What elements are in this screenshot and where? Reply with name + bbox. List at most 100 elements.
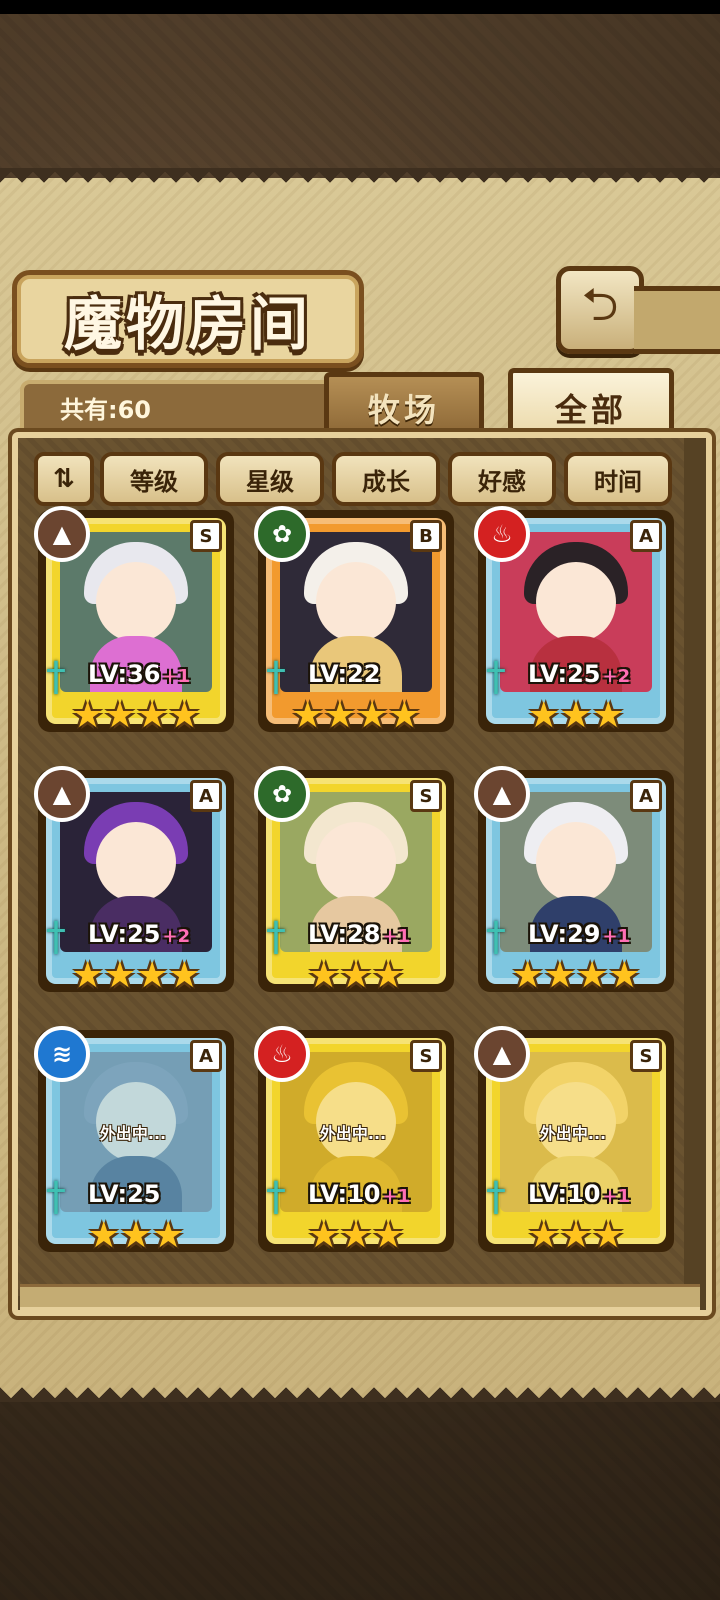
star-rating: ★ ★ ★ <box>258 1218 454 1254</box>
star-icon: ★ <box>372 955 405 996</box>
level-bonus: +1 <box>602 926 631 947</box>
title-plate: 魔物房间 <box>12 270 364 368</box>
star-icon: ★ <box>592 695 625 736</box>
portrait-face <box>96 822 176 902</box>
monster-card[interactable]: S ✿ † LV:28 +1 ★ ★ ★ <box>254 766 454 994</box>
sort-star-button[interactable]: 星级 <box>216 452 324 506</box>
star-icon: ★ <box>168 695 201 736</box>
sort-time-button[interactable]: 时间 <box>564 452 672 506</box>
star-icon: ★ <box>307 1215 340 1256</box>
portrait-face <box>96 562 176 642</box>
star-icon: ★ <box>103 955 136 996</box>
water-element-icon: ≋ <box>34 1026 90 1082</box>
portrait-face <box>316 822 396 902</box>
star-icon: ★ <box>307 955 340 996</box>
outing-status: 外出中... <box>99 1124 167 1143</box>
level-bonus: +1 <box>602 1186 631 1207</box>
level-label: LV:29 +1 <box>528 920 630 948</box>
star-icon: ★ <box>527 695 560 736</box>
torn-edge-bottom <box>0 1380 720 1402</box>
level-bonus: +2 <box>162 926 191 947</box>
rank-badge: S <box>630 1040 662 1072</box>
page-title: 魔物房间 <box>63 290 312 358</box>
rank-badge: A <box>630 520 662 552</box>
star-rating: ★ ★ ★ ★ <box>38 958 234 994</box>
monster-card[interactable]: A ▲ † LV:29 +1 ★ ★ ★ ★ <box>474 766 674 994</box>
back-button[interactable]: ⮌ <box>556 266 644 354</box>
rank-badge: S <box>410 1040 442 1072</box>
status-bar <box>0 0 720 14</box>
monster-card[interactable]: S ▲ † 外出中... LV:10 +1 ★ ★ ★ <box>474 1026 674 1254</box>
monster-card[interactable]: A ≋ † 外出中... LV:25 ★ ★ ★ <box>34 1026 234 1254</box>
level-value: LV:29 <box>528 920 601 948</box>
star-rating: ★ ★ ★ ★ <box>478 958 674 994</box>
star-icon: ★ <box>87 1215 120 1256</box>
level-bonus: +2 <box>602 666 631 687</box>
wood-element-icon: ✿ <box>254 506 310 562</box>
star-icon: ★ <box>103 695 136 736</box>
portrait-face <box>536 562 616 642</box>
rank-badge: S <box>190 520 222 552</box>
rank-badge: S <box>410 780 442 812</box>
star-icon: ★ <box>136 955 169 996</box>
star-icon: ★ <box>576 955 609 996</box>
level-value: LV:22 <box>308 660 381 688</box>
level-bonus: +1 <box>162 666 191 687</box>
torn-edge-top <box>0 168 720 190</box>
rank-badge: A <box>190 780 222 812</box>
star-rating: ★ ★ ★ ★ <box>38 698 234 734</box>
star-icon: ★ <box>291 695 324 736</box>
sort-order-button[interactable]: ⇅ <box>34 452 94 506</box>
level-label: LV:10 +1 <box>528 1180 630 1208</box>
star-rating: ★ ★ ★ <box>38 1218 234 1254</box>
sort-level-button[interactable]: 等级 <box>100 452 208 506</box>
level-bonus: +1 <box>382 1186 411 1207</box>
earth-element-icon: ▲ <box>474 766 530 822</box>
star-icon: ★ <box>152 1215 185 1256</box>
monster-card[interactable]: A ♨ † LV:25 +2 ★ ★ ★ <box>474 506 674 736</box>
fire-element-icon: ♨ <box>254 1026 310 1082</box>
portrait-face <box>316 562 396 642</box>
star-icon: ★ <box>543 955 576 996</box>
star-icon: ★ <box>339 1215 373 1256</box>
fire-element-icon: ♨ <box>474 506 530 562</box>
star-icon: ★ <box>356 695 389 736</box>
star-icon: ★ <box>559 1215 593 1256</box>
level-label: LV:25 <box>88 1180 160 1208</box>
monster-card[interactable]: S ♨ † 外出中... LV:10 +1 ★ ★ ★ <box>254 1026 454 1254</box>
star-rating: ★ ★ ★ <box>258 958 454 994</box>
star-icon: ★ <box>388 695 421 736</box>
wood-element-icon: ✿ <box>254 766 310 822</box>
star-icon: ★ <box>136 695 169 736</box>
level-label: LV:36 +1 <box>88 660 190 688</box>
star-icon: ★ <box>511 955 544 996</box>
outing-status: 外出中... <box>319 1124 387 1143</box>
rank-badge: B <box>410 520 442 552</box>
star-icon: ★ <box>71 955 104 996</box>
level-value: LV:25 <box>528 660 601 688</box>
earth-element-icon: ▲ <box>34 506 90 562</box>
star-rating: ★ ★ ★ <box>478 1218 674 1254</box>
monster-card[interactable]: B ✿ † LV:22 ★ ★ ★ ★ <box>254 506 454 734</box>
star-icon: ★ <box>168 955 201 996</box>
level-label: LV:22 <box>308 660 380 688</box>
level-value: LV:25 <box>88 1180 161 1208</box>
level-value: LV:36 <box>88 660 161 688</box>
star-icon: ★ <box>527 1215 560 1256</box>
star-icon: ★ <box>608 955 641 996</box>
back-arrow-icon: ⮌ <box>581 277 619 331</box>
star-icon: ★ <box>372 1215 405 1256</box>
level-label: LV:25 +2 <box>528 660 630 688</box>
star-rating: ★ ★ ★ ★ <box>258 698 454 734</box>
portrait-face <box>536 822 616 902</box>
panel-bottom-rail <box>20 1284 700 1310</box>
sort-affection-button[interactable]: 好感 <box>448 452 556 506</box>
star-icon: ★ <box>592 1215 625 1256</box>
earth-element-icon: ▲ <box>474 1026 530 1082</box>
monster-card[interactable]: A ▲ † LV:25 +2 ★ ★ ★ ★ <box>34 766 234 994</box>
level-value: LV:10 <box>528 1180 601 1208</box>
star-icon: ★ <box>119 1215 153 1256</box>
sort-growth-button[interactable]: 成长 <box>332 452 440 506</box>
monster-card[interactable]: S ▲ † LV:36 +1 ★ ★ ★ ★ <box>34 506 234 734</box>
earth-element-icon: ▲ <box>34 766 90 822</box>
